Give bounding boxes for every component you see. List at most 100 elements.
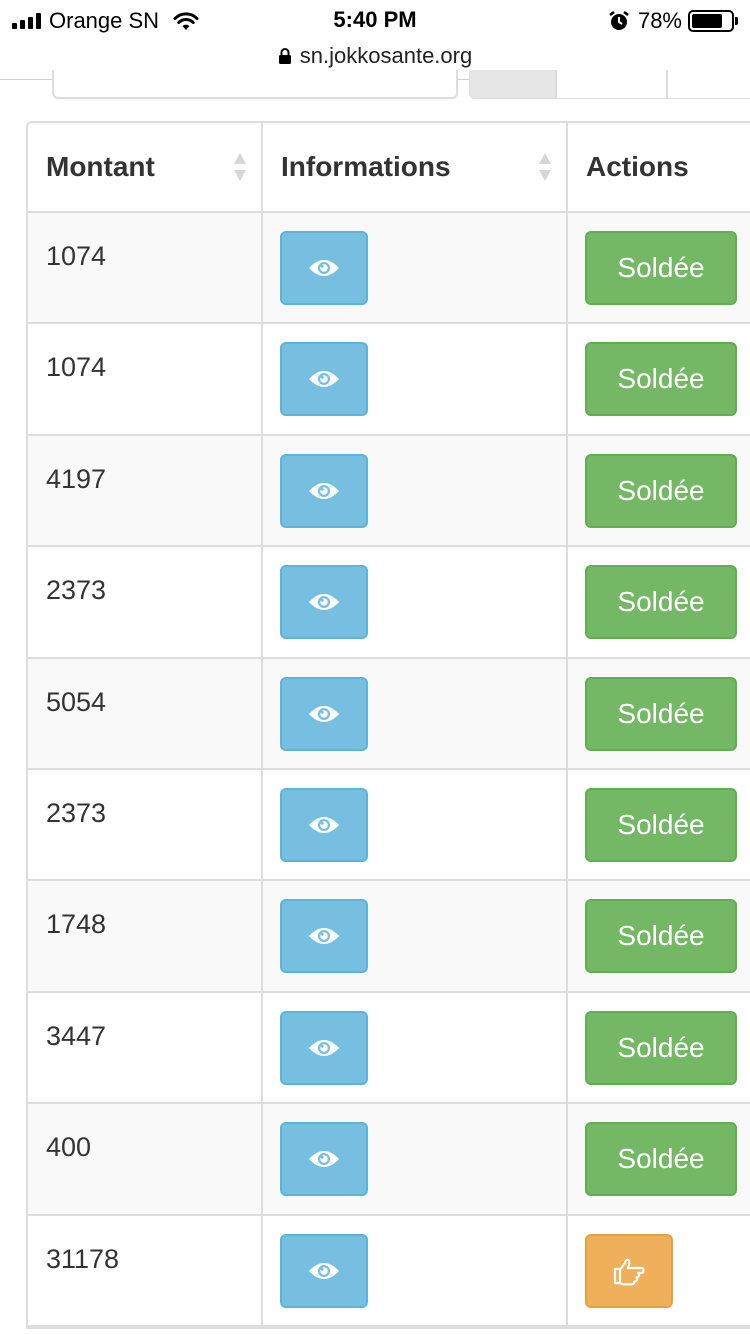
pagination [469,70,750,99]
battery-icon [688,10,738,32]
search-input[interactable] [52,70,458,99]
column-header-amount-label: Montant [46,151,155,182]
column-header-informations[interactable]: Informations [262,123,568,213]
table-row: 2373 Soldée [28,768,750,882]
table-body: 1074 Soldée 1074 Soldée 4197 Soldée 2373… [28,212,750,1327]
pagination-button[interactable] [667,70,750,99]
amount-cell: 1748 [28,880,263,993]
settled-button[interactable]: Soldée [585,1010,737,1085]
view-details-button[interactable] [280,899,368,974]
eye-icon [309,1039,339,1056]
table-row: 5054 Soldée [28,657,750,770]
amount-cell: 31178 [28,1214,263,1327]
view-details-button[interactable] [280,565,368,640]
actions-cell: Soldée [567,212,750,325]
column-header-actions-label: Actions [586,151,689,182]
payments-table: Montant Informations Actions 1074 Soldée… [26,121,750,1329]
amount-cell: 2373 [28,768,263,882]
eye-icon [309,816,339,833]
lock-icon [278,48,291,64]
actions-cell: Soldée [567,546,750,659]
table-row: 1074 Soldée [28,212,750,325]
amount-value: 3447 [46,1020,107,1051]
amount-value: 400 [46,1132,92,1163]
amount-cell: 4197 [28,434,263,548]
column-header-amount[interactable]: Montant [28,123,263,213]
settled-button[interactable]: Soldée [585,231,737,305]
amount-cell: 400 [28,1103,263,1216]
eye-icon [309,594,339,611]
settled-button[interactable]: Soldée [585,1122,737,1197]
sort-icon [539,153,551,181]
settled-button[interactable]: Soldée [585,453,737,528]
actions-cell: Soldée [567,880,750,993]
battery-fill [692,14,722,28]
actions-cell: Soldée [567,991,750,1105]
actions-cell [567,1214,750,1327]
settled-button[interactable]: Soldée [585,565,737,640]
info-cell [262,991,568,1105]
amount-value: 5054 [46,686,107,717]
info-cell [262,657,568,770]
view-details-button[interactable] [280,231,368,305]
amount-cell: 5054 [28,657,263,770]
eye-icon [309,371,339,388]
amount-cell: 3447 [28,991,263,1105]
status-bar: Orange SN 5:40 PM 78% [0,0,750,40]
amount-value: 1748 [46,909,107,940]
view-details-button[interactable] [280,453,368,528]
actions-cell: Soldée [567,434,750,548]
address-bar[interactable]: sn.jokkosante.org [0,38,750,74]
column-header-actions: Actions [567,123,750,213]
table-row: 400 Soldée [28,1103,750,1216]
table-header-row: Montant Informations Actions [28,123,750,213]
eye-icon [309,482,339,499]
settled-button[interactable]: Soldée [585,342,737,417]
amount-value: 2373 [46,575,107,606]
url-text: sn.jokkosante.org [299,43,473,68]
amount-value: 1074 [46,241,107,271]
table-row: 1074 Soldée [28,323,750,436]
info-cell [262,434,568,548]
view-details-button[interactable] [280,342,368,417]
hand-pointer-icon [613,1258,645,1285]
status-right: 78% [608,8,738,34]
info-cell [262,880,568,993]
table-row: 4197 Soldée [28,434,750,548]
info-cell [262,212,568,325]
amount-value: 1074 [46,352,107,383]
actions-cell: Soldée [567,323,750,436]
settled-button[interactable]: Soldée [585,899,737,974]
eye-icon [309,705,339,722]
actions-cell: Soldée [567,1103,750,1216]
info-cell [262,1103,568,1216]
info-cell [262,546,568,659]
eye-icon [309,928,339,945]
table-row: 3447 Soldée [28,991,750,1105]
settled-button[interactable]: Soldée [585,676,737,751]
amount-cell: 1074 [28,323,263,436]
pagination-button-active[interactable] [469,70,556,99]
eye-icon [309,1151,339,1168]
view-details-button[interactable] [280,1233,368,1308]
view-details-button[interactable] [280,1122,368,1197]
alarm-clock-icon [609,11,629,30]
table-row: 1748 Soldée [28,880,750,993]
view-details-button[interactable] [280,1010,368,1085]
actions-cell: Soldée [567,768,750,882]
amount-value: 2373 [46,797,107,828]
view-details-button[interactable] [280,787,368,862]
info-cell [262,1214,568,1327]
info-cell [262,768,568,882]
amount-cell: 1074 [28,212,263,325]
eye-icon [309,1262,339,1279]
settled-button[interactable]: Soldée [585,787,737,862]
info-cell [262,323,568,436]
table-row: 31178 [28,1214,750,1327]
pay-action-button[interactable] [585,1233,673,1308]
view-details-button[interactable] [280,676,368,751]
pagination-button[interactable] [556,70,667,99]
actions-cell: Soldée [567,657,750,770]
amount-value: 4197 [46,463,107,494]
amount-value: 31178 [46,1243,120,1274]
